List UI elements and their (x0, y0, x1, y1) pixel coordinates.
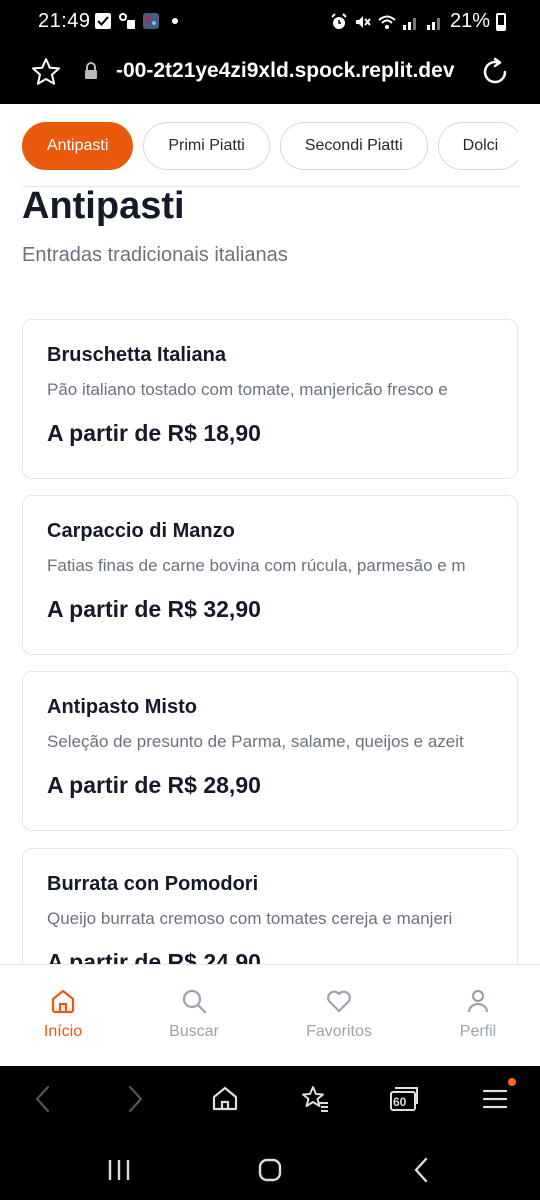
lock-icon[interactable] (84, 62, 98, 80)
dish-price: A partir de R$ 28,90 (47, 772, 261, 798)
dish-price: A partir de R$ 32,90 (47, 596, 261, 622)
dish-name: Bruschetta Italiana (47, 344, 226, 366)
tab-dolci[interactable]: Dolci (437, 122, 518, 170)
tabs-divider (22, 186, 518, 187)
dish-description: Pão italiano tostado com tomate, manjeri… (47, 380, 448, 399)
home-icon (51, 989, 75, 1014)
recent-apps-icon[interactable] (105, 1156, 133, 1184)
battery-icon (496, 12, 506, 31)
battery-percent: 21% (449, 10, 490, 32)
category-tabs: Antipasti Primi Piatti Secondi Piatti Do… (22, 122, 518, 172)
bookmarks-icon[interactable] (300, 1084, 330, 1114)
checkbox-notification-icon (95, 13, 111, 29)
alarm-icon (331, 12, 347, 29)
dish-name: Burrata con Pomodori (47, 873, 259, 895)
nav-inicio[interactable]: Início (8, 987, 118, 1041)
app-notification-icon (143, 13, 159, 29)
tab-secondi-piatti[interactable]: Secondi Piatti (279, 122, 428, 170)
dish-description: Seleção de presunto de Parma, salame, qu… (47, 732, 464, 751)
dish-card[interactable]: Bruschetta Italiana Pão italiano tostado… (22, 319, 518, 479)
dish-card[interactable]: Burrata con Pomodori Queijo burrata crem… (22, 848, 518, 964)
tab-antipasti[interactable]: Antipasti (22, 122, 134, 170)
nav-label: Buscar (169, 1023, 219, 1040)
dish-name: Antipasto Misto (47, 696, 197, 718)
nav-perfil[interactable]: Perfil (423, 987, 533, 1041)
system-home-icon[interactable] (256, 1156, 284, 1184)
reload-icon[interactable] (478, 55, 512, 89)
heart-icon (327, 990, 351, 1013)
url-text[interactable]: -00-2t21ye4zi9xld.spock.replit.dev (116, 59, 468, 83)
status-system-icons: 21% (330, 10, 506, 33)
nav-buscar[interactable]: Buscar (139, 987, 249, 1041)
mute-icon (355, 15, 371, 28)
nav-label: Início (43, 1023, 83, 1040)
vpn-key-notification-icon (119, 13, 135, 29)
status-time: 21:49 (38, 10, 91, 32)
menu-notification-dot (508, 1078, 516, 1086)
bookmark-star-icon[interactable] (30, 56, 62, 88)
dish-price: A partir de R$ 24,90 (47, 949, 261, 964)
nav-label: Favoritos (306, 1023, 372, 1040)
status-bar: 21:49 21% (0, 0, 540, 44)
signal-strength-icon (402, 17, 416, 30)
tab-primi-piatti[interactable]: Primi Piatti (143, 122, 270, 170)
back-icon[interactable] (28, 1084, 58, 1114)
dish-card[interactable]: Antipasto Misto Seleção de presunto de P… (22, 671, 518, 831)
dish-description: Fatias finas de carne bovina com rúcula,… (47, 556, 466, 575)
browser-toolbar: 60 (0, 1066, 540, 1136)
dish-card[interactable]: Carpaccio di Manzo Fatias finas de carne… (22, 495, 518, 655)
section-title: Antipasti (22, 185, 185, 226)
more-notifications-dot-icon (172, 18, 178, 24)
search-icon (182, 989, 207, 1014)
menu-icon[interactable] (480, 1084, 510, 1114)
bottom-nav: Início Buscar Favoritos Perfil (0, 964, 540, 1066)
system-back-icon[interactable] (408, 1156, 436, 1184)
nav-label: Perfil (459, 1023, 497, 1040)
browser-home-icon[interactable] (210, 1084, 240, 1114)
nav-favoritos[interactable]: Favoritos (284, 987, 394, 1041)
dish-name: Carpaccio di Manzo (47, 520, 235, 542)
section-subtitle: Entradas tradicionais italianas (22, 244, 288, 266)
wifi-icon (378, 15, 396, 29)
forward-icon[interactable] (120, 1084, 150, 1114)
signal-strength-2-icon (426, 17, 440, 30)
user-icon (467, 989, 489, 1013)
browser-url-bar: -00-2t21ye4zi9xld.spock.replit.dev (0, 44, 540, 104)
dish-price: A partir de R$ 18,90 (47, 420, 261, 446)
status-notification-icons (94, 12, 184, 30)
dish-description: Queijo burrata cremoso com tomates cerej… (47, 909, 453, 928)
system-nav-bar (0, 1136, 540, 1200)
page-content: Antipasti Antipasti Primi Piatti Secondi… (0, 104, 540, 964)
tab-count: 60 (393, 1095, 407, 1109)
tabs-counter-button[interactable]: 60 (388, 1084, 420, 1114)
